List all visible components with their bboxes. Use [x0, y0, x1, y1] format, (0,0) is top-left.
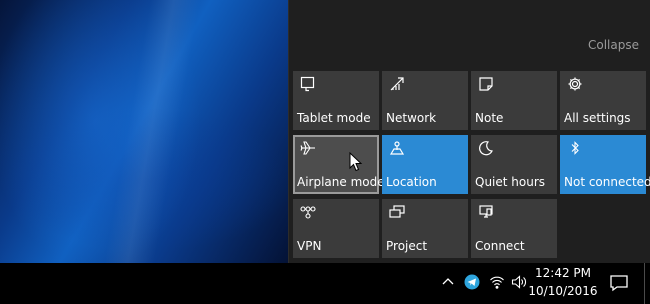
tile-label: Tablet mode — [297, 111, 371, 125]
desktop-wallpaper — [0, 0, 288, 263]
tile-vpn[interactable]: VPN — [293, 199, 379, 258]
tile-connect[interactable]: Connect — [471, 199, 557, 258]
tile-location[interactable]: Location — [382, 135, 468, 194]
tile-label: Note — [475, 111, 504, 125]
moon-icon — [479, 141, 493, 156]
airplane-icon — [300, 141, 315, 155]
clock-date: 10/10/2016 — [528, 284, 598, 298]
tile-label: Location — [386, 175, 437, 189]
taskbar-clock[interactable]: 12:42 PM 10/10/2016 — [528, 264, 598, 300]
tile-label: Not connected — [564, 175, 650, 189]
tile-bluetooth[interactable]: Not connected — [560, 135, 650, 194]
tile-quiet-hours[interactable]: Quiet hours — [471, 135, 557, 194]
vpn-icon — [300, 206, 316, 219]
tile-network[interactable]: Network — [382, 71, 468, 130]
tile-label: Airplane mode — [297, 175, 385, 189]
chevron-up-icon[interactable] — [440, 274, 456, 290]
show-desktop-divider[interactable] — [644, 263, 645, 304]
tile-label: All settings — [564, 111, 631, 125]
tile-label: Connect — [475, 239, 525, 253]
tile-tablet-mode[interactable]: Tablet mode — [293, 71, 379, 130]
tile-label: VPN — [297, 239, 322, 253]
project-icon — [389, 205, 405, 218]
tablet-mode-icon — [300, 76, 315, 92]
tile-project[interactable]: Project — [382, 199, 468, 258]
mouse-cursor-icon — [349, 152, 363, 172]
tile-note[interactable]: Note — [471, 71, 557, 130]
bluetooth-icon — [571, 141, 579, 155]
location-icon — [389, 141, 405, 155]
collapse-link[interactable]: Collapse — [588, 38, 639, 52]
note-icon — [479, 77, 493, 91]
tile-label: Network — [386, 111, 437, 125]
tile-label: Quiet hours — [475, 175, 546, 189]
notifications-icon[interactable] — [604, 268, 634, 298]
wifi-icon[interactable] — [489, 274, 505, 290]
telegram-icon[interactable] — [464, 274, 480, 290]
clock-time: 12:42 PM — [535, 266, 591, 280]
tile-all-settings[interactable]: All settings — [560, 71, 646, 130]
settings-gear-icon — [568, 77, 582, 91]
tile-label: Project — [386, 239, 428, 253]
tile-airplane-mode[interactable]: Airplane mode — [293, 135, 385, 194]
volume-icon[interactable] — [511, 274, 527, 290]
network-icon — [390, 77, 404, 91]
connect-icon — [479, 205, 493, 218]
